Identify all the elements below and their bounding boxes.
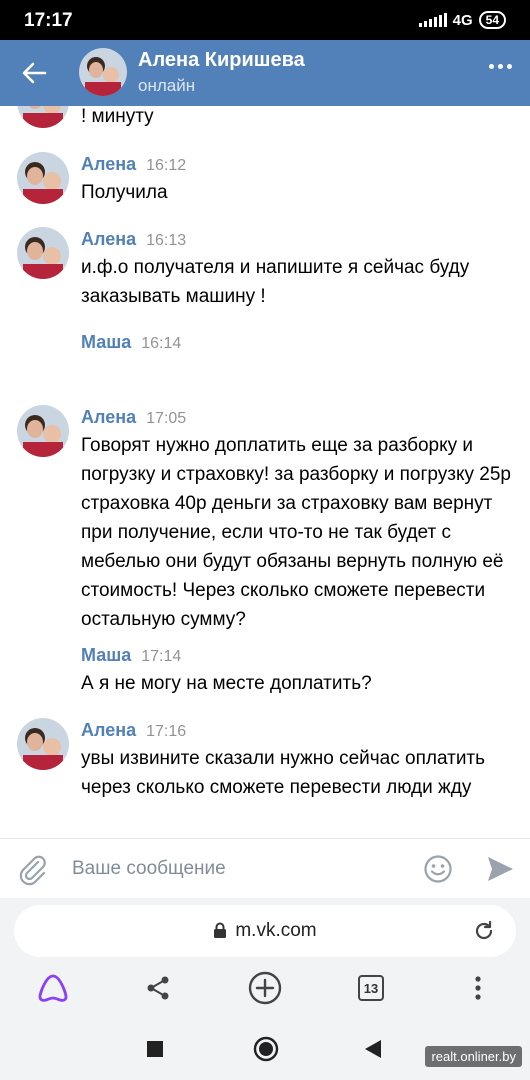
send-button[interactable] <box>484 853 516 885</box>
alice-icon <box>38 974 68 1002</box>
url-text: m.vk.com <box>235 920 317 941</box>
browser-menu-button[interactable] <box>460 970 496 1006</box>
smile-icon <box>424 855 452 883</box>
message-time: 17:16 <box>146 723 187 740</box>
message-time: 17:14 <box>141 648 182 665</box>
emoji-button[interactable] <box>422 853 454 885</box>
message-list[interactable]: ! минуту Алена 16:12 Получила Алена 16:13 … <box>0 106 530 838</box>
message-author[interactable]: Алена <box>81 154 136 174</box>
plus-circle-icon <box>248 971 282 1005</box>
message-text: увы извините сказали нужно сейчас оплати… <box>81 748 486 798</box>
back-button[interactable] <box>14 53 54 93</box>
message: Алена 17:05 Говорят нужно доплатить еще з… <box>0 405 530 630</box>
message-text: ! минуту <box>81 106 154 127</box>
contact-name[interactable]: Алена Киришева <box>138 49 305 72</box>
message-composer <box>0 838 530 898</box>
message-author[interactable]: Алена <box>81 407 136 427</box>
message-text: А я не могу на месте доплатить? <box>81 673 372 694</box>
share-icon <box>147 976 169 1000</box>
message-time: 16:12 <box>146 157 187 174</box>
recents-button[interactable] <box>142 1036 168 1062</box>
message-author[interactable]: Алена <box>81 229 136 249</box>
avatar[interactable] <box>17 405 69 457</box>
message-author[interactable]: Алена <box>81 720 136 740</box>
message-author[interactable]: Маша <box>81 645 131 665</box>
message-time: 16:14 <box>141 335 182 352</box>
avatar[interactable] <box>79 48 127 96</box>
watermark: realt.onliner.by <box>425 1046 522 1067</box>
message-input[interactable] <box>72 851 402 887</box>
chat-header: Алена Киришева онлайн <box>0 40 530 106</box>
arrow-left-icon <box>22 62 47 84</box>
message-text: и.ф.о получателя и напишите я сейчас буд… <box>81 257 470 307</box>
home-button[interactable] <box>253 1036 279 1062</box>
lock-icon <box>214 922 227 938</box>
browser-nav: 13 <box>0 966 530 1010</box>
send-icon <box>488 857 513 881</box>
more-dots-icon[interactable] <box>489 64 512 69</box>
browser-toolbar: m.vk.com 13 <box>0 898 530 1018</box>
reload-button[interactable] <box>472 919 496 943</box>
avatar[interactable] <box>17 106 69 128</box>
message-time: 16:13 <box>146 232 187 249</box>
new-tab-button[interactable] <box>247 970 283 1006</box>
contact-status: онлайн <box>138 76 196 95</box>
message-text: Получила <box>81 182 168 203</box>
home-circle-icon <box>253 1036 279 1062</box>
message: Алена 16:13 и.ф.о получателя и напишите я… <box>0 227 530 317</box>
message: Маша 16:14 <box>0 330 530 386</box>
address-bar[interactable]: m.vk.com <box>14 905 516 957</box>
attach-button[interactable] <box>14 851 50 887</box>
paperclip-icon <box>19 855 46 886</box>
battery-icon: 54 <box>478 11 506 29</box>
system-navigation: realt.onliner.by <box>0 1018 530 1080</box>
network-type: 4G <box>452 11 473 29</box>
square-icon <box>147 1041 163 1057</box>
avatar[interactable] <box>17 152 69 204</box>
status-time: 17:17 <box>24 10 73 31</box>
share-button[interactable] <box>140 970 176 1006</box>
status-indicators: 4G 54 <box>418 11 506 29</box>
message: Алена 16:12 Получила <box>0 152 530 216</box>
status-bar: 17:17 4G 54 <box>0 0 530 40</box>
message-time: 17:05 <box>146 410 187 427</box>
message: ! минуту <box>0 106 530 136</box>
tabs-count: 13 <box>358 975 384 1001</box>
triangle-back-icon <box>365 1040 381 1058</box>
reload-icon <box>475 920 493 940</box>
message-text: Говорят нужно доплатить еще за разборку … <box>81 435 511 630</box>
message-author[interactable]: Маша <box>81 332 131 352</box>
alice-button[interactable] <box>35 970 71 1006</box>
message: Маша 17:14 А я не могу на месте доплатить… <box>0 643 530 703</box>
back-nav-button[interactable] <box>360 1036 386 1062</box>
signal-icon <box>418 13 447 27</box>
vertical-dots-icon <box>475 976 481 1000</box>
tabs-button[interactable]: 13 <box>353 970 389 1006</box>
avatar[interactable] <box>17 227 69 279</box>
avatar[interactable] <box>17 718 69 770</box>
message: Алена 17:16 увы извините сказали нужно се… <box>0 718 530 836</box>
